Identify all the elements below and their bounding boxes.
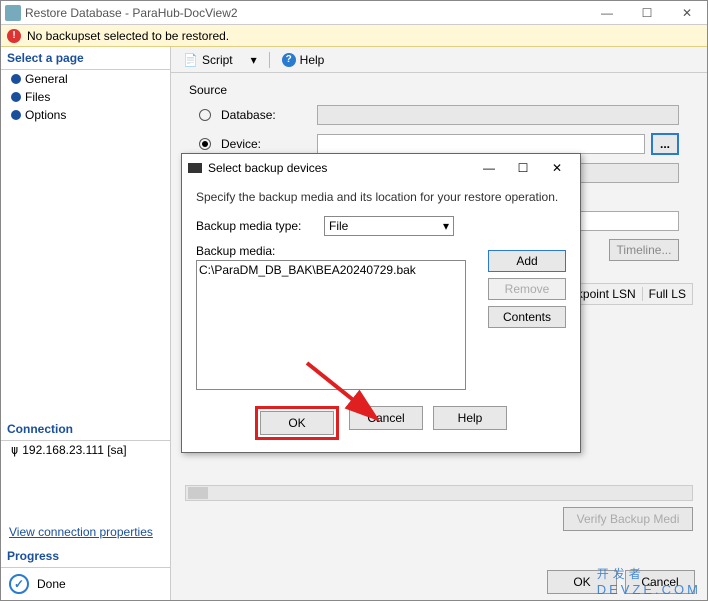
nav-files[interactable]: Files (1, 88, 170, 106)
close-button[interactable]: ✕ (667, 6, 707, 20)
script-icon: 📄 (183, 53, 198, 67)
nav-general[interactable]: General (1, 70, 170, 88)
warning-icon: ! (7, 29, 21, 43)
dialog-title: Select backup devices (208, 161, 472, 175)
maximize-button[interactable]: ☐ (627, 6, 667, 20)
separator (269, 52, 270, 68)
source-group-label: Source (185, 83, 693, 97)
help-button[interactable]: ? Help (276, 51, 331, 69)
page-icon (11, 74, 21, 84)
nav-options[interactable]: Options (1, 106, 170, 124)
main-cancel-button[interactable]: Cancel (625, 570, 695, 594)
media-type-label: Backup media type: (196, 219, 316, 233)
source-device-input[interactable] (317, 134, 645, 154)
progress-check-icon: ✓ (9, 574, 29, 594)
remove-button: Remove (488, 278, 566, 300)
source-device-radio[interactable] (199, 138, 211, 150)
source-device-label: Device: (221, 137, 311, 151)
dialog-icon (188, 163, 202, 173)
page-icon (11, 92, 21, 102)
main-ok-button[interactable]: OK (547, 570, 617, 594)
connection-header: Connection (1, 418, 170, 441)
backup-media-item[interactable]: C:\ParaDM_DB_BAK\BEA20240729.bak (199, 263, 463, 277)
dialog-maximize[interactable]: ☐ (506, 161, 540, 175)
view-connection-properties-link[interactable]: View connection properties (1, 519, 170, 545)
chevron-down-icon: ▾ (443, 219, 449, 233)
dialog-help-button[interactable]: Help (433, 406, 507, 430)
script-dropdown[interactable]: ▾ (245, 51, 263, 69)
connection-value: ψ192.168.23.111 [sa] (1, 441, 170, 459)
verify-button: Verify Backup Medi (563, 507, 693, 531)
dialog-close[interactable]: ✕ (540, 161, 574, 175)
server-icon: ψ (11, 443, 18, 457)
contents-button[interactable]: Contents (488, 306, 566, 328)
select-page-header: Select a page (1, 47, 170, 70)
backup-media-list[interactable]: C:\ParaDM_DB_BAK\BEA20240729.bak (196, 260, 466, 390)
app-icon (5, 5, 21, 21)
timeline-button[interactable]: Timeline... (609, 239, 679, 261)
warning-bar: ! No backupset selected to be restored. (1, 25, 707, 47)
progress-header: Progress (1, 545, 170, 568)
script-button[interactable]: 📄 Script (177, 51, 239, 69)
ok-highlight-frame: OK (255, 406, 339, 440)
dialog-cancel-button[interactable]: Cancel (349, 406, 423, 430)
grid-horizontal-scrollbar[interactable] (185, 485, 693, 501)
source-database-radio[interactable] (199, 109, 211, 121)
select-backup-devices-dialog: Select backup devices — ☐ ✕ Specify the … (181, 153, 581, 453)
minimize-button[interactable]: — (587, 6, 627, 20)
media-type-select[interactable]: File ▾ (324, 216, 454, 236)
help-icon: ? (282, 53, 296, 67)
dialog-description: Specify the backup media and its locatio… (182, 182, 580, 212)
source-database-select[interactable] (317, 105, 679, 125)
browse-button[interactable]: ... (651, 133, 679, 155)
dialog-ok-button[interactable]: OK (260, 411, 334, 435)
dialog-minimize[interactable]: — (472, 161, 506, 175)
add-button[interactable]: Add (488, 250, 566, 272)
toolbar: 📄 Script ▾ ? Help (171, 47, 707, 73)
progress-status: ✓ Done (1, 568, 170, 600)
window-title: Restore Database - ParaHub-DocView2 (25, 6, 587, 20)
page-icon (11, 110, 21, 120)
left-nav: Select a page General Files Options Conn… (1, 47, 171, 600)
media-list-label: Backup media: (196, 244, 316, 258)
window-titlebar: Restore Database - ParaHub-DocView2 — ☐ … (1, 1, 707, 25)
source-database-label: Database: (221, 108, 311, 122)
col-full-lsn: Full LS (643, 287, 692, 301)
warning-text: No backupset selected to be restored. (27, 29, 229, 43)
